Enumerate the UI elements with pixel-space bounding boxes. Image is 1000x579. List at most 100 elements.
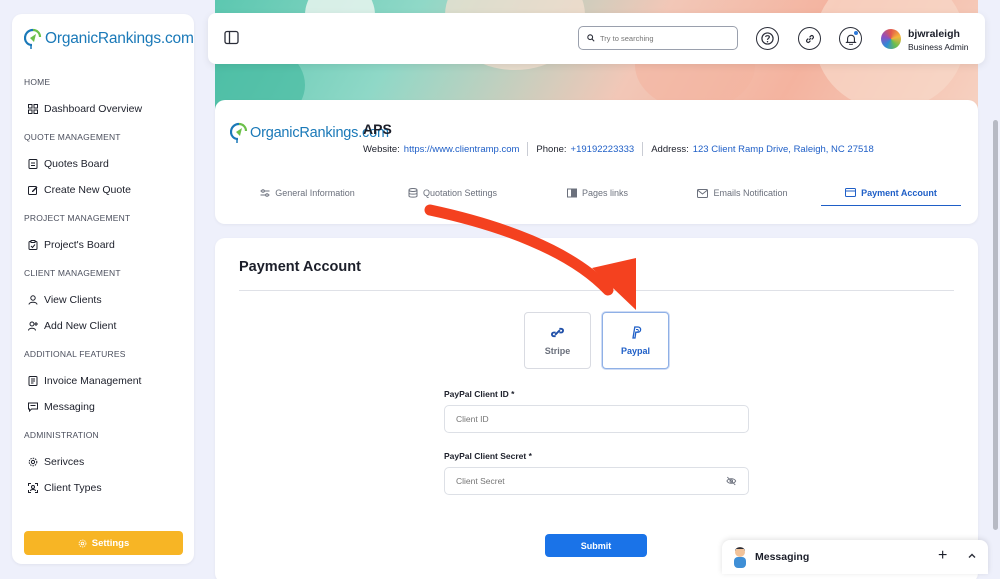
sidebar-item-label: Create New Quote [44, 184, 131, 196]
company-name: APS [363, 121, 392, 137]
section-title: Payment Account [239, 259, 361, 275]
sidebar-toggle-icon[interactable] [224, 30, 239, 45]
gear-icon [78, 539, 87, 547]
settings-tabs: General Information Quotation Settings P… [235, 180, 961, 206]
scrollbar-thumb[interactable] [993, 120, 998, 530]
sidebar-item-label: View Clients [44, 294, 102, 306]
user-role: Business Admin [908, 42, 969, 52]
notification-dot [854, 31, 858, 35]
client-secret-label: PayPal Client Secret * [444, 451, 532, 461]
grid-icon [28, 104, 38, 114]
sidebar-item-add-client[interactable]: Add New Client [28, 320, 116, 332]
search-input[interactable] [600, 33, 730, 43]
client-id-input[interactable] [456, 414, 737, 424]
sidebar-item-dashboard[interactable]: Dashboard Overview [28, 103, 142, 115]
stripe-option[interactable]: Stripe [524, 312, 591, 369]
company-info: Website: https://www.clientramp.com Phon… [363, 142, 874, 156]
company-card: OrganicRankings.com APS Website: https:/… [215, 100, 978, 224]
gateway-label: Stripe [544, 345, 571, 356]
document-icon [28, 159, 38, 169]
tab-label: Emails Notification [713, 188, 788, 198]
paypal-icon [631, 325, 641, 339]
tab-label: General Information [275, 188, 355, 198]
divider [527, 142, 529, 156]
database-icon [408, 188, 418, 198]
client-secret-field[interactable] [444, 467, 749, 495]
tab-payment-account[interactable]: Payment Account [821, 180, 961, 206]
nav-section-administration: ADMINISTRATION [24, 430, 99, 440]
nav-section-home: HOME [24, 77, 51, 87]
user-name[interactable]: bjwraleigh [908, 28, 960, 40]
website-link[interactable]: https://www.clientramp.com [404, 144, 520, 155]
logo-text: OrganicRankings.com [45, 30, 194, 47]
tab-emails-notification[interactable]: Emails Notification [670, 180, 815, 206]
avatar[interactable] [881, 29, 901, 49]
sidebar-item-messaging[interactable]: Messaging [28, 401, 95, 413]
sidebar-item-invoice[interactable]: Invoice Management [28, 375, 141, 387]
messaging-widget[interactable]: Messaging + [722, 540, 988, 574]
divider [239, 290, 954, 291]
address-label: Address: [651, 143, 689, 155]
chevron-up-icon[interactable] [967, 551, 977, 561]
sidebar-item-label: Serivces [44, 456, 85, 468]
tab-pages-links[interactable]: Pages links [525, 180, 670, 206]
logo-mark-icon [24, 28, 42, 49]
tab-general-information[interactable]: General Information [235, 180, 380, 206]
client-id-label: PayPal Client ID * [444, 389, 515, 399]
gateway-label: Paypal [620, 345, 651, 356]
link-icon [805, 34, 814, 43]
tab-label: Payment Account [861, 187, 937, 198]
new-message-button[interactable]: + [938, 548, 947, 564]
sidebar-item-create-quote[interactable]: Create New Quote [28, 184, 131, 196]
gear-icon [28, 457, 38, 467]
card-icon [845, 188, 857, 197]
client-secret-input[interactable] [456, 476, 727, 486]
edit-icon [28, 186, 38, 195]
client-id-field[interactable] [444, 405, 749, 433]
phone-link[interactable]: +19192223333 [571, 144, 635, 155]
sidebar-item-client-types[interactable]: Client Types [28, 482, 102, 494]
agent-avatar-icon [734, 547, 746, 568]
stripe-icon [551, 327, 564, 337]
divider [642, 142, 644, 156]
search-box[interactable] [578, 26, 738, 50]
logo-mark-icon [230, 122, 248, 143]
clipboard-icon [28, 240, 38, 250]
submit-button[interactable]: Submit [545, 534, 647, 557]
sidebar-item-label: Quotes Board [44, 158, 109, 170]
sidebar-item-label: Add New Client [44, 320, 117, 332]
website-label: Website: [363, 143, 400, 155]
mail-icon [697, 188, 709, 198]
invoice-icon [28, 376, 38, 386]
sidebar-item-label: Messaging [44, 401, 95, 413]
brand-logo[interactable]: OrganicRankings.com [24, 28, 194, 50]
tab-quotation-settings[interactable]: Quotation Settings [380, 180, 525, 206]
book-icon [566, 188, 577, 198]
sidebar: OrganicRankings.com HOME Dashboard Overv… [12, 14, 194, 564]
scrollbar[interactable] [991, 0, 1000, 579]
help-button[interactable] [756, 27, 779, 50]
eye-slash-icon[interactable] [726, 476, 737, 486]
paypal-option[interactable]: Paypal [602, 312, 669, 369]
sidebar-item-label: Invoice Management [44, 375, 142, 387]
tab-label: Quotation Settings [422, 188, 498, 198]
sidebar-item-view-clients[interactable]: View Clients [28, 294, 102, 306]
sliders-icon [260, 189, 270, 197]
user-frame-icon [28, 483, 38, 493]
notifications-button[interactable] [839, 27, 862, 50]
user-icon [28, 295, 38, 305]
nav-section-project: PROJECT MANAGEMENT [24, 213, 131, 223]
sidebar-item-projects-board[interactable]: Project's Board [28, 239, 115, 251]
sidebar-item-quotes-board[interactable]: Quotes Board [28, 158, 109, 170]
tab-label: Pages links [581, 188, 629, 198]
nav-section-client: CLIENT MANAGEMENT [24, 268, 121, 278]
link-button[interactable] [798, 27, 821, 50]
nav-section-additional: ADDITIONAL FEATURES [24, 349, 126, 359]
sidebar-item-label: Client Types [44, 482, 102, 494]
nav-section-quote: QUOTE MANAGEMENT [24, 132, 121, 142]
settings-button[interactable]: Settings [24, 531, 183, 555]
address-link[interactable]: 123 Client Ramp Drive, Raleigh, NC 27518 [693, 144, 874, 155]
message-icon [28, 402, 38, 412]
sidebar-item-services[interactable]: Serivces [28, 456, 84, 468]
help-icon [761, 32, 774, 45]
